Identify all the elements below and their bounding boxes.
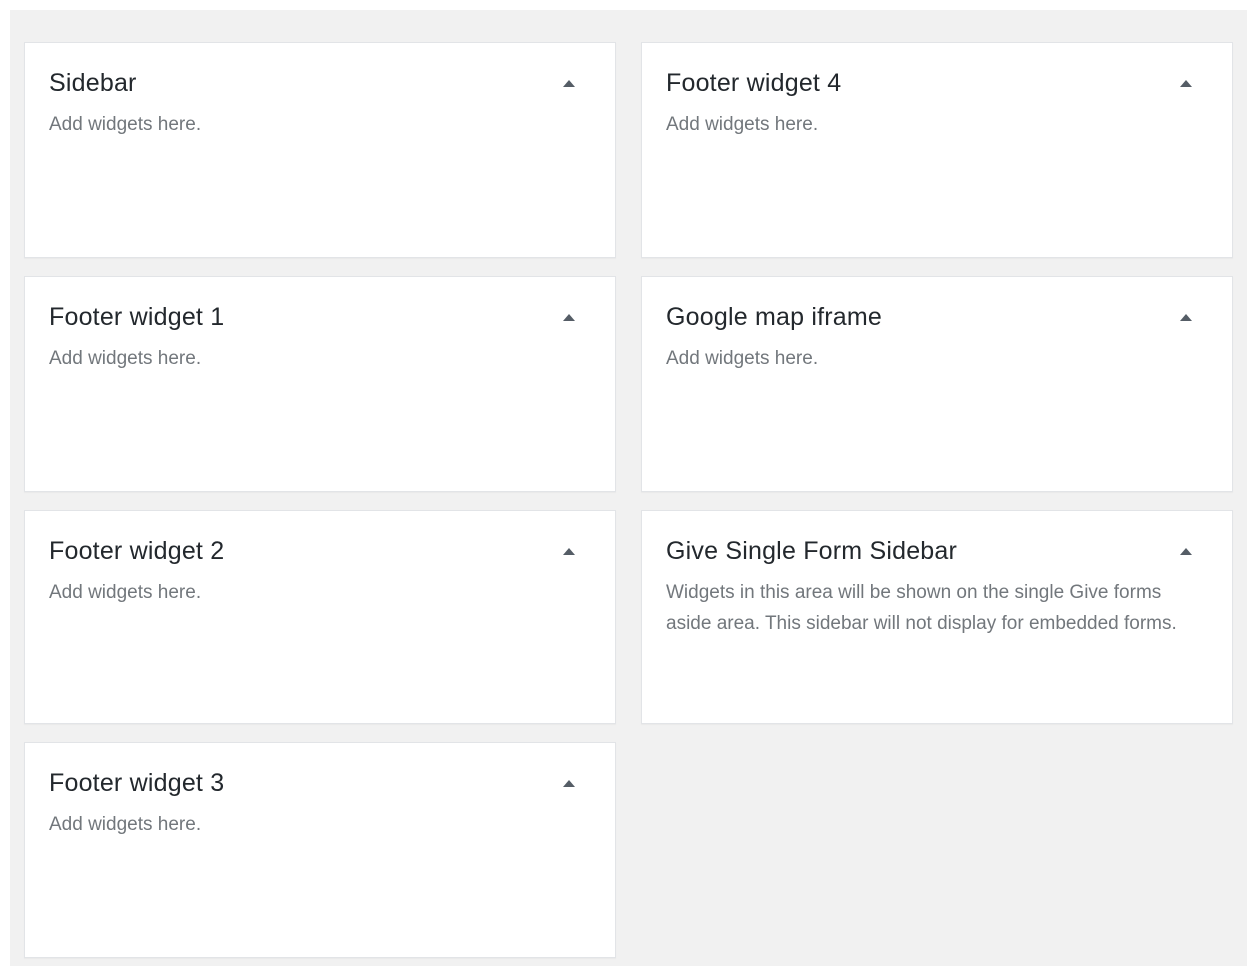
- widget-area-description: Widgets in this area will be shown on th…: [666, 582, 1177, 634]
- toggle-arrow-button[interactable]: [1176, 75, 1196, 91]
- widget-area-footer-2[interactable]: Footer widget 2 Add widgets here.: [24, 510, 616, 724]
- widget-area-description: Add widgets here.: [666, 114, 819, 135]
- arrow-up-icon: [563, 547, 575, 555]
- arrow-up-icon: [1180, 547, 1192, 555]
- arrow-up-icon: [1180, 79, 1192, 87]
- widget-area-description: Add widgets here.: [49, 114, 202, 135]
- widget-area-title[interactable]: Give Single Form Sidebar: [666, 535, 1208, 567]
- widget-area-description: Add widgets here.: [49, 582, 202, 603]
- arrow-up-icon: [563, 79, 575, 87]
- widget-area-description: Add widgets here.: [49, 348, 202, 369]
- arrow-up-icon: [563, 313, 575, 321]
- toggle-arrow-button[interactable]: [559, 775, 579, 791]
- widget-area-description: Add widgets here.: [49, 814, 202, 835]
- arrow-up-icon: [1180, 313, 1192, 321]
- toggle-arrow-button[interactable]: [1176, 543, 1196, 559]
- widget-area-description: Add widgets here.: [666, 348, 819, 369]
- widget-area-give-single-form-sidebar[interactable]: Give Single Form Sidebar Widgets in this…: [641, 510, 1233, 724]
- widget-area-title[interactable]: Google map iframe: [666, 301, 1208, 333]
- toggle-arrow-button[interactable]: [1176, 309, 1196, 325]
- widget-area-sidebar[interactable]: Sidebar Add widgets here.: [24, 42, 616, 258]
- widget-area-title[interactable]: Footer widget 2: [49, 535, 591, 567]
- widget-area-footer-4[interactable]: Footer widget 4 Add widgets here.: [641, 42, 1233, 258]
- widget-area-title[interactable]: Footer widget 4: [666, 67, 1208, 99]
- widget-area-title[interactable]: Sidebar: [49, 67, 591, 99]
- widget-areas-right-column: Footer widget 4 Add widgets here. Google…: [641, 42, 1233, 742]
- widget-area-footer-3[interactable]: Footer widget 3 Add widgets here.: [24, 742, 616, 958]
- widget-area-title[interactable]: Footer widget 3: [49, 767, 591, 799]
- toggle-arrow-button[interactable]: [559, 543, 579, 559]
- toggle-arrow-button[interactable]: [559, 309, 579, 325]
- arrow-up-icon: [563, 779, 575, 787]
- widget-area-footer-1[interactable]: Footer widget 1 Add widgets here.: [24, 276, 616, 492]
- widget-areas-left-column: Sidebar Add widgets here. Footer widget …: [24, 42, 616, 958]
- widget-area-title[interactable]: Footer widget 1: [49, 301, 591, 333]
- widget-area-google-map-iframe[interactable]: Google map iframe Add widgets here.: [641, 276, 1233, 492]
- widgets-canvas: Sidebar Add widgets here. Footer widget …: [10, 10, 1247, 966]
- toggle-arrow-button[interactable]: [559, 75, 579, 91]
